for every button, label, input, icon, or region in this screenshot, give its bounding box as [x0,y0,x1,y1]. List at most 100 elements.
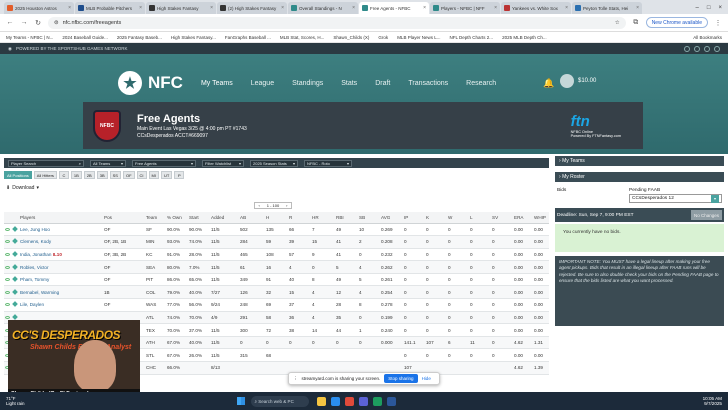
tag-icon[interactable] [12,223,19,237]
watch-icon[interactable] [4,248,12,262]
table-row[interactable]: Bernabel, Warming 1B COL 79.0% 40.0% 7/27 126… [4,285,549,300]
watch-icon[interactable] [4,235,12,249]
close-icon[interactable]: × [281,5,284,11]
clock[interactable]: 10:05 AM 9/7/2025 [703,396,722,407]
col-avg[interactable]: AVG [380,212,403,224]
social-icon[interactable] [684,45,690,52]
table-row[interactable]: Clemens, Kody OF, 2B, 1B MIN 93.0% 74.0% 11/… [4,235,549,249]
bookmark-item[interactable]: Grok [378,35,388,40]
browser-tab[interactable]: (2) High Stakes Fantasy × [217,2,287,14]
pos-ss[interactable]: SS [109,171,121,179]
col-start[interactable]: Start [188,212,210,224]
col-sv[interactable]: SV [491,212,513,224]
pos-of[interactable]: OF [122,171,135,179]
col-hr[interactable]: HR [311,212,335,224]
my-teams-panel[interactable]: › My Teams [555,156,724,166]
bookmark-item[interactable]: Shawn_Childs (X) [333,35,369,40]
col-players[interactable]: Players [19,212,103,224]
teams-icon[interactable] [358,396,368,406]
pagination[interactable]: ‹ 1 - 100 › [254,202,292,209]
player-name[interactable]: Pham, Tommy [19,273,103,287]
tag-icon[interactable] [12,235,19,249]
bookmark-item[interactable]: MLB Stat, Scores, H... [280,35,325,40]
social-icon[interactable] [694,45,700,52]
table-row[interactable]: Lee, Jung Hoo OF SF 90.0% 90.0% 11/5 502 135 66… [4,223,549,237]
menu-icon[interactable]: ⋮ [714,19,722,27]
download-button[interactable]: ⬇ Download ▾ [6,185,39,191]
watch-icon[interactable] [4,223,12,237]
watch-icon[interactable] [4,260,12,274]
tag-icon[interactable] [12,298,19,312]
player-name[interactable]: Clemens, Kody [19,235,103,249]
nav-draft[interactable]: Draft [375,80,390,87]
watch-icon[interactable] [4,273,12,287]
col-r[interactable]: R [288,212,311,224]
player-name[interactable]: Lee, Jung Hoo [19,223,103,237]
close-icon[interactable]: × [494,5,497,11]
bookmark-item[interactable]: High Stakes Fantasy... [171,35,216,40]
bookmark-item[interactable]: MLB Player News L... [397,35,440,40]
pos-p[interactable]: P [174,171,185,179]
col-era[interactable]: ERA [513,212,533,224]
weather-widget[interactable]: 71°F Light rain [6,396,25,406]
star-icon[interactable]: ☆ [615,20,620,26]
url-input[interactable]: ⊜ nfc.nfbc.com/freeagents ☆ [48,16,626,29]
bell-icon[interactable]: 🔔 [543,78,554,89]
maximize-icon[interactable]: □ [707,5,711,11]
player-name[interactable]: India, Jonathan IL10 [19,248,103,262]
nav-standings[interactable]: Standings [292,80,323,87]
extensions-icon[interactable]: ⧉ [632,19,640,27]
watch-icon[interactable] [4,298,12,312]
bookmark-item[interactable]: 2024 Baseball Guide... [62,35,108,40]
pos-mi[interactable]: MI [148,171,159,179]
bookmark-item[interactable]: My Teams - NFBC | N... [6,35,53,40]
player-search-input[interactable]: Player Search ⌕ [8,159,84,167]
word-icon[interactable] [386,396,396,406]
tag-icon[interactable] [12,248,19,262]
pos-3b[interactable]: 3B [96,171,108,179]
col-ab[interactable]: AB [239,212,265,224]
pos-1b[interactable]: 1B [70,171,82,179]
watchlist-select[interactable]: Filter Watchlist ▾ [202,159,244,167]
account-balance[interactable]: $10.00 [560,74,596,88]
nav-research[interactable]: Research [466,80,496,87]
my-roster-panel[interactable]: › My Roster [555,172,724,182]
close-icon[interactable]: × [565,5,568,11]
close-icon[interactable]: × [68,5,71,11]
forward-icon[interactable]: → [20,19,28,26]
col-added[interactable]: Added [210,212,239,224]
col-w[interactable]: W [447,212,469,224]
tag-icon[interactable] [12,260,19,274]
nav-my-teams[interactable]: My Teams [201,80,233,87]
hide-button[interactable]: Hide [422,376,431,381]
col-k[interactable]: K [425,212,447,224]
col-ip[interactable]: IP [403,212,425,224]
close-icon[interactable]: × [636,5,639,11]
pos-ci[interactable]: CI [136,171,147,179]
pos-all-hitters[interactable]: All Hitters [33,171,57,179]
windows-start-icon[interactable] [236,397,245,405]
pos-2b[interactable]: 2B [83,171,95,179]
col-team[interactable]: Team [145,212,166,224]
chrome-icon[interactable] [344,396,354,406]
back-icon[interactable]: ← [6,19,14,26]
table-row[interactable]: Robles, Victor OF SEA 80.0% 7.0% 11/5 61 16 4 0 5… [4,260,549,274]
watch-icon[interactable] [4,285,12,300]
no-changes-button[interactable]: No Changes [690,210,722,220]
tag-icon[interactable] [12,285,19,300]
stop-sharing-button[interactable]: Stop sharing [384,374,418,383]
player-name[interactable]: Robles, Victor [19,260,103,274]
social-icon[interactable] [714,45,720,52]
col-sb[interactable]: SB [358,212,380,224]
tag-icon[interactable] [12,273,19,287]
player-name[interactable]: Lile, Daylen [19,298,103,312]
close-icon[interactable]: × [210,5,213,11]
browser-tab[interactable]: Overall Standings - N × [288,2,358,14]
teams-select[interactable]: All Teams ▾ [90,159,126,167]
new-chrome-button[interactable]: New Chrome available [645,17,708,28]
pos-c[interactable]: C [58,171,69,179]
col-pos[interactable]: Pos [103,212,145,224]
col-h[interactable]: H [265,212,288,224]
social-icon[interactable] [704,45,710,52]
pos-all-positions[interactable]: All Positions [4,171,32,179]
